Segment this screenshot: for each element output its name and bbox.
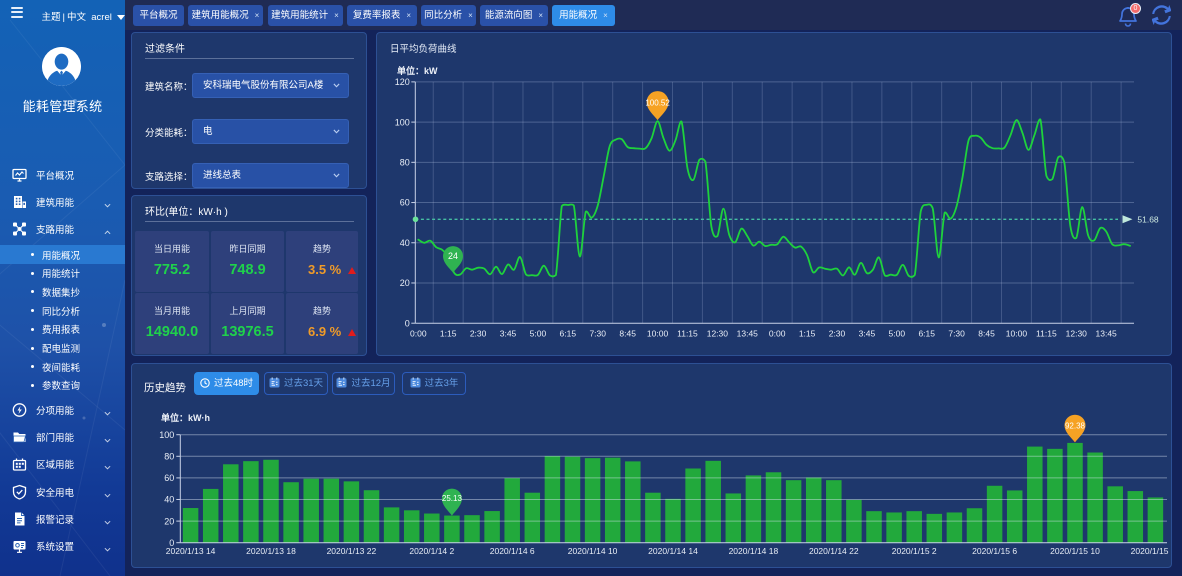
svg-text:2020/1/15 10: 2020/1/15 10 [1050, 546, 1100, 556]
svg-text:2020/1/14 22: 2020/1/14 22 [809, 546, 859, 556]
svg-text:2020/1/14 2: 2020/1/14 2 [409, 546, 454, 556]
svg-text:2020/1/14 10: 2020/1/14 10 [568, 546, 618, 556]
svg-text:2020/1/15 2: 2020/1/15 2 [892, 546, 937, 556]
svg-text:2020/1/15: 2020/1/15 [1131, 546, 1169, 556]
svg-text:2020/1/13 18: 2020/1/13 18 [246, 546, 296, 556]
svg-text:120: 120 [395, 77, 410, 87]
svg-text:2020/1/14 18: 2020/1/14 18 [729, 546, 779, 556]
svg-text:1:15: 1:15 [440, 329, 457, 339]
svg-text:5:00: 5:00 [889, 329, 906, 339]
svg-text:2:30: 2:30 [470, 329, 487, 339]
svg-text:0: 0 [405, 318, 410, 328]
svg-text:80: 80 [164, 452, 174, 462]
svg-text:60: 60 [164, 473, 174, 483]
svg-text:11:15: 11:15 [677, 329, 698, 339]
svg-text:92.38: 92.38 [1065, 421, 1086, 430]
svg-text:2:30: 2:30 [829, 329, 846, 339]
svg-text:0:00: 0:00 [410, 329, 427, 339]
svg-text:3:45: 3:45 [859, 329, 876, 339]
svg-text:20: 20 [400, 278, 410, 288]
svg-text:12:30: 12:30 [1066, 329, 1088, 339]
svg-text:8:45: 8:45 [619, 329, 636, 339]
svg-text:2020/1/13 14: 2020/1/13 14 [166, 546, 216, 556]
svg-text:100: 100 [159, 430, 174, 440]
svg-text:7:30: 7:30 [948, 329, 965, 339]
svg-text:1:15: 1:15 [799, 329, 816, 339]
svg-text:80: 80 [400, 158, 410, 168]
svg-text:40: 40 [164, 495, 174, 505]
svg-text:6:15: 6:15 [560, 329, 577, 339]
svg-text:100: 100 [395, 117, 410, 127]
svg-text:5:00: 5:00 [530, 329, 547, 339]
svg-text:2020/1/15 6: 2020/1/15 6 [972, 546, 1017, 556]
svg-text:10:00: 10:00 [1006, 329, 1028, 339]
svg-text:6:15: 6:15 [918, 329, 935, 339]
svg-text:2020/1/14 6: 2020/1/14 6 [490, 546, 535, 556]
svg-text:12:30: 12:30 [707, 329, 729, 339]
svg-text:13:45: 13:45 [737, 329, 759, 339]
svg-text:20: 20 [164, 516, 174, 526]
svg-text:40: 40 [400, 238, 410, 248]
svg-text:60: 60 [400, 198, 410, 208]
svg-text:24: 24 [448, 251, 458, 261]
svg-text:11:15: 11:15 [1036, 329, 1057, 339]
svg-text:25.13: 25.13 [442, 494, 463, 503]
svg-text:100.52: 100.52 [645, 99, 670, 108]
svg-text:2020/1/14 14: 2020/1/14 14 [648, 546, 698, 556]
svg-text:10:00: 10:00 [647, 329, 669, 339]
svg-text:13:45: 13:45 [1096, 329, 1118, 339]
svg-text:2020/1/13 22: 2020/1/13 22 [327, 546, 377, 556]
svg-text:7:30: 7:30 [589, 329, 606, 339]
svg-text:0:00: 0:00 [769, 329, 786, 339]
svg-text:3:45: 3:45 [500, 329, 517, 339]
svg-text:8:45: 8:45 [978, 329, 995, 339]
svg-text:51.68: 51.68 [1137, 214, 1159, 224]
